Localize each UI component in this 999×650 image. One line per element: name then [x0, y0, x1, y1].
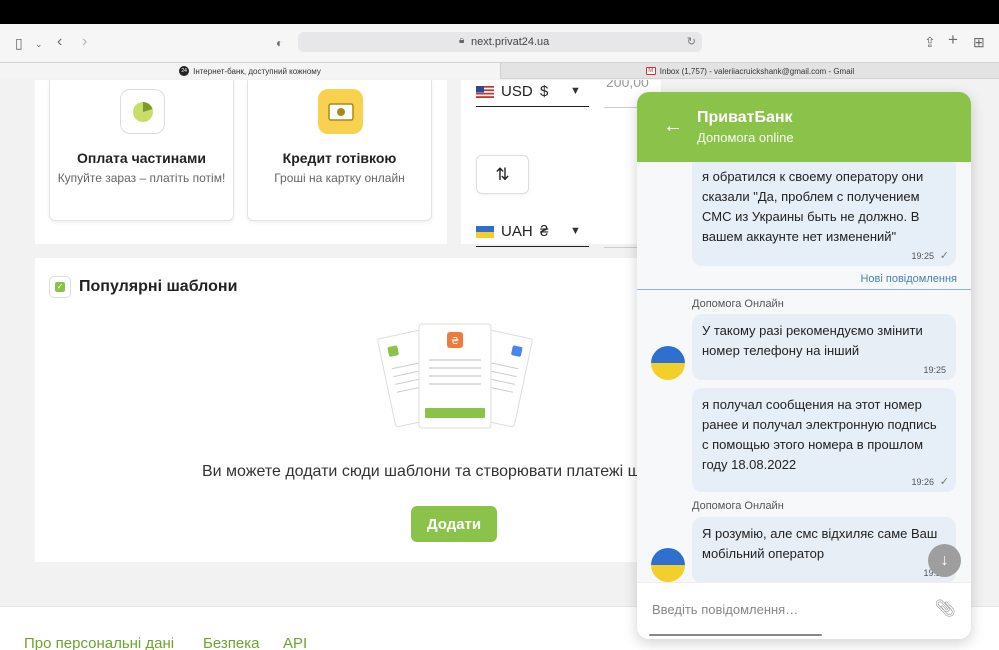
footer-link-security[interactable]: Безпека — [203, 635, 259, 650]
add-template-button[interactable]: Додати — [411, 506, 497, 542]
pie-chart-icon — [120, 89, 165, 134]
chat-message-outgoing: я обратился к своему оператору они сказа… — [692, 162, 956, 266]
amount-field[interactable]: 200,00 — [606, 80, 649, 90]
currency-code: UAH — [501, 223, 533, 240]
new-messages-label: Нові повідомлення — [860, 273, 957, 285]
templates-title: Популярні шаблони — [79, 278, 238, 295]
sidebar-toggle-icon[interactable]: ▯ — [15, 36, 23, 50]
product-card-installments[interactable]: Оплата частинами Купуйте зараз – платіть… — [49, 80, 234, 221]
products-panel: Оплата частинами Купуйте зараз – платіть… — [35, 80, 447, 244]
swap-arrows-icon: ⇅ — [495, 164, 510, 184]
chat-header: ← ПриватБанк Допомога online — [637, 92, 971, 162]
chat-message-outgoing: я получал сообщения на этот номер ранее … — [692, 388, 956, 492]
new-messages-divider: Нові повідомлення — [637, 272, 971, 290]
product-card-cash-credit[interactable]: Кредит готівкою Гроші на картку онлайн — [247, 80, 432, 221]
currency-symbol: ₴ — [540, 223, 549, 240]
cash-icon — [318, 89, 363, 134]
svg-text:₴: ₴ — [451, 336, 459, 347]
avatar — [651, 548, 685, 582]
tab-bar: 24 Інтернет-банк, доступний кожному M In… — [0, 62, 999, 79]
message-text: я получал сообщения на этот номер ранее … — [702, 397, 937, 472]
privat24-favicon-icon: 24 — [179, 66, 190, 76]
message-time: 19:25 — [923, 365, 946, 375]
message-sender: Допомога Онлайн — [692, 298, 784, 310]
chat-message-incoming: У такому разі рекомендуємо змінити номер… — [692, 314, 956, 380]
currency-select-to[interactable]: UAH ₴ ▼ — [476, 221, 589, 247]
popular-templates-panel: ✓ Популярні шаблони ₴ Ви можете додати с… — [35, 258, 647, 562]
templates-empty-text: Ви можете додати сюди шаблони та створюв… — [202, 463, 642, 480]
empty-templates-illustration-icon: ₴ — [377, 323, 533, 429]
ua-flag-icon — [476, 226, 494, 238]
check-icon: ✓ — [939, 250, 949, 262]
message-text: я обратился к своему оператору они сказа… — [702, 169, 924, 244]
chat-subtitle: Допомога online — [697, 130, 794, 145]
footer-link-personal-data[interactable]: Про персональні дані — [24, 635, 174, 650]
caret-down-icon: ▼ — [570, 85, 581, 97]
product-title: Кредит готівкою — [282, 150, 397, 166]
tab-gmail[interactable]: M Inbox (1,757) - valeriiacruickshank@gm… — [500, 63, 999, 79]
product-subtitle: Купуйте зараз – платіть потім! — [57, 171, 226, 185]
tab-label: Інтернет-банк, доступний кожному — [193, 66, 321, 76]
currency-code: USD — [501, 83, 533, 100]
lock-icon: 🔒︎ — [459, 35, 465, 46]
message-sender: Допомога Онлайн — [692, 500, 784, 512]
message-input[interactable]: Введіть повідомлення… — [652, 602, 798, 617]
templates-icon: ✓ — [49, 276, 71, 298]
forward-icon[interactable]: › — [82, 34, 87, 50]
caret-down-icon: ▼ — [570, 225, 581, 237]
chat-messages[interactable]: я обратился к своему оператору они сказа… — [637, 162, 971, 582]
chevron-down-icon[interactable]: ⌄ — [35, 37, 43, 51]
paperclip-icon[interactable]: 📎︎ — [934, 599, 956, 619]
us-flag-icon — [476, 86, 494, 98]
message-time: 19:25 — [911, 251, 934, 261]
url-text: next.privat24.ua — [471, 36, 550, 48]
reload-icon[interactable]: ↻ — [687, 35, 696, 48]
message-time: 19:26 — [911, 477, 934, 487]
message-text: Я розумію, але смс відхиляє саме Ваш моб… — [702, 526, 938, 561]
tab-label: Inbox (1,757) - valeriiacruickshank@gmai… — [659, 66, 855, 76]
swap-currencies-button[interactable]: ⇅ — [476, 155, 529, 194]
back-icon[interactable]: ‹ — [57, 34, 62, 50]
chat-input-area[interactable]: Введіть повідомлення… 📎︎ — [637, 582, 971, 639]
scroll-to-bottom-button[interactable]: ↓ — [928, 544, 961, 577]
arrow-left-icon[interactable]: ← — [663, 115, 683, 138]
footer-link-api[interactable]: API — [283, 635, 307, 650]
check-icon: ✓ — [939, 476, 949, 488]
gmail-favicon-icon: M — [645, 67, 656, 75]
currency-symbol: $ — [540, 83, 549, 100]
support-chat-widget: ← ПриватБанк Допомога online я обратился… — [637, 92, 971, 639]
address-bar[interactable]: 🔒︎ next.privat24.ua ↻ — [298, 32, 702, 52]
tab-overview-icon[interactable]: ⊞ — [973, 35, 985, 49]
browser-window: ▯ ⌄ ‹ › ◐ 🔒︎ next.privat24.ua ↻ ⇪ + ⊞ 24… — [0, 24, 999, 650]
chat-title: ПриватБанк — [697, 109, 793, 126]
home-indicator — [649, 634, 822, 636]
product-title: Оплата частинами — [77, 150, 206, 166]
avatar — [651, 346, 685, 380]
browser-toolbar: ▯ ⌄ ‹ › ◐ 🔒︎ next.privat24.ua ↻ ⇪ + ⊞ — [0, 24, 999, 62]
tab-privat24[interactable]: 24 Інтернет-банк, доступний кожному — [0, 63, 500, 79]
chat-message-incoming: Я розумію, але смс відхиляє саме Ваш моб… — [692, 517, 956, 582]
share-icon[interactable]: ⇪ — [924, 35, 936, 49]
arrow-down-icon: ↓ — [940, 551, 949, 569]
currency-converter: USD $ ▼ 200,00 ⇅ UAH ₴ ▼ — [461, 80, 661, 248]
message-text: У такому разі рекомендуємо змінити номер… — [702, 323, 923, 358]
privacy-shield-icon[interactable]: ◐ — [276, 36, 283, 50]
new-tab-icon[interactable]: + — [948, 31, 958, 48]
product-subtitle: Гроші на картку онлайн — [274, 171, 405, 185]
currency-select-from[interactable]: USD $ ▼ — [476, 81, 589, 107]
